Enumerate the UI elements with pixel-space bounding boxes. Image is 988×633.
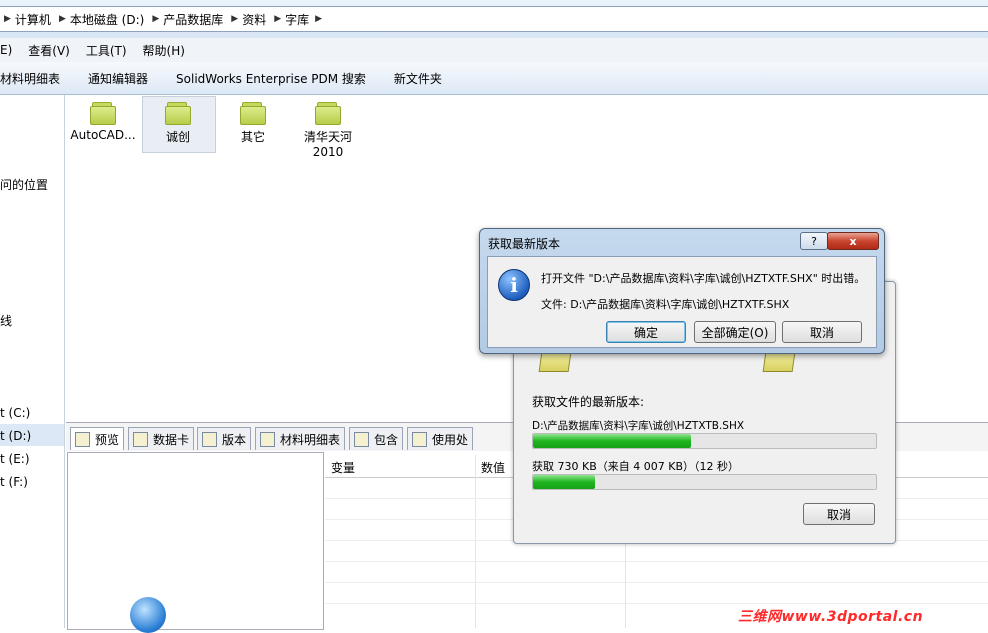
folder-icon: [165, 102, 191, 125]
chevron-right-icon: ▶: [152, 14, 160, 24]
help-button[interactable]: ?: [800, 232, 828, 250]
ok-button[interactable]: 确定: [606, 321, 686, 343]
nav-item-drive-c[interactable]: t (C:): [0, 406, 30, 420]
tab-bom[interactable]: 材料明细表: [255, 427, 346, 450]
progress-cancel-button[interactable]: 取消: [803, 503, 875, 525]
folder-tsinghua-tianhe[interactable]: 清华天河 2010: [290, 96, 366, 159]
menu-edit[interactable]: E): [0, 43, 20, 57]
tab-versions[interactable]: 版本: [197, 427, 252, 450]
folder-autocad[interactable]: AutoCAD...: [65, 96, 141, 142]
overall-progress-bar: [532, 474, 877, 490]
folder-label: AutoCAD...: [70, 128, 136, 142]
nav-item-network[interactable]: 线: [0, 312, 12, 329]
preview-icon: [75, 431, 90, 447]
tab-where-used[interactable]: 使用处: [407, 427, 474, 450]
folder-label: 诚创: [165, 130, 190, 144]
ok-all-button[interactable]: 全部确定(O): [694, 321, 776, 343]
row-divider: [325, 603, 988, 604]
nav-item-recent-places[interactable]: 问的位置: [0, 176, 48, 193]
nav-item-drive-f[interactable]: t (F:): [0, 475, 28, 489]
folder-chengchuang[interactable]: 诚创: [140, 96, 216, 145]
folder-label: 清华天河: [303, 130, 352, 144]
where-used-icon: [412, 431, 427, 447]
preview-pane: [67, 452, 324, 633]
navigation-pane: 问的位置 线 t (C:) t (D:) t (E:) t (F:): [0, 95, 65, 628]
tab-data-card[interactable]: 数据卡: [128, 427, 195, 450]
bom-icon: [260, 431, 275, 447]
folder-icon: [90, 102, 116, 125]
transfer-status: 获取 730 KB（来自 4 007 KB）（12 秒）: [532, 460, 739, 473]
watermark-logo: 三维网www.3dportal.cn: [738, 609, 924, 625]
close-button[interactable]: x: [827, 232, 879, 250]
versions-icon: [202, 431, 217, 447]
breadcrumb-item-product-db[interactable]: ▶ 产品数据库: [148, 11, 227, 28]
row-divider: [325, 582, 988, 583]
tab-contains[interactable]: 包含: [349, 427, 404, 450]
column-header-value[interactable]: 数值: [481, 459, 505, 476]
file-progress-bar: [532, 433, 877, 449]
breadcrumb-item-computer[interactable]: ▶ 计算机: [0, 11, 55, 28]
pdm-search-button[interactable]: SolidWorks Enterprise PDM 搜索: [162, 70, 380, 87]
nav-item-drive-d[interactable]: t (D:): [0, 429, 31, 443]
menu-view[interactable]: 查看(V): [20, 42, 78, 59]
breadcrumb-item-drive-d[interactable]: ▶ 本地磁盘 (D:): [55, 11, 148, 28]
command-toolbar: 材料明细表 通知编辑器 SolidWorks Enterprise PDM 搜索…: [0, 62, 988, 95]
new-folder-button[interactable]: 新文件夹: [380, 70, 456, 87]
menu-tools[interactable]: 工具(T): [78, 42, 135, 59]
tab-preview[interactable]: 预览: [70, 427, 125, 450]
folder-icon: [240, 102, 266, 125]
overall-progress-fill: [533, 475, 595, 489]
dialog-title: 获取最新版本: [488, 237, 561, 251]
error-cancel-button[interactable]: 取消: [782, 321, 862, 343]
address-bar-area: ▶ 计算机 ▶ 本地磁盘 (D:) ▶ 产品数据库 ▶ 资料 ▶ 字库 ▶: [0, 0, 988, 38]
folder-other[interactable]: 其它: [215, 96, 291, 145]
folder-label-line2: 2010: [312, 145, 344, 159]
folder-icon: [315, 102, 341, 125]
chevron-right-icon: ▶: [274, 14, 282, 24]
column-header-variable[interactable]: 变量: [331, 459, 355, 476]
breadcrumb-item-materials[interactable]: ▶ 资料: [227, 11, 270, 28]
nav-item-drive-e[interactable]: t (E:): [0, 452, 30, 466]
data-card-icon: [133, 431, 148, 447]
chevron-right-icon: ▶: [231, 14, 239, 24]
error-message: 打开文件 "D:\产品数据库\资料\字库\诚创\HZTXTF.SHX" 时出错。: [541, 272, 866, 285]
current-file-path: D:\产品数据库\资料\字库\诚创\HZTXTB.SHX: [532, 420, 745, 432]
menu-bar: E) 查看(V) 工具(T) 帮助(H): [0, 38, 988, 62]
breadcrumb[interactable]: ▶ 计算机 ▶ 本地磁盘 (D:) ▶ 产品数据库 ▶ 资料 ▶ 字库 ▶: [0, 6, 988, 32]
notification-editor-button[interactable]: 通知编辑器: [74, 70, 162, 87]
contains-icon: [354, 431, 369, 447]
chevron-right-icon: ▶: [58, 14, 66, 24]
breadcrumb-item-fonts[interactable]: ▶ 字库 ▶: [270, 11, 330, 28]
progress-label: 获取文件的最新版本:: [532, 395, 645, 409]
row-divider: [325, 561, 988, 562]
chevron-right-icon[interactable]: ▶: [315, 14, 322, 24]
folder-label: 其它: [240, 130, 265, 144]
chevron-right-icon: ▶: [4, 14, 11, 24]
bom-button[interactable]: 材料明细表: [0, 70, 74, 87]
info-icon: i: [498, 269, 530, 301]
menu-help[interactable]: 帮助(H): [135, 42, 193, 59]
error-file-line: 文件: D:\产品数据库\资料\字库\诚创\HZTXTF.SHX: [541, 298, 790, 311]
file-progress-fill: [533, 434, 691, 448]
